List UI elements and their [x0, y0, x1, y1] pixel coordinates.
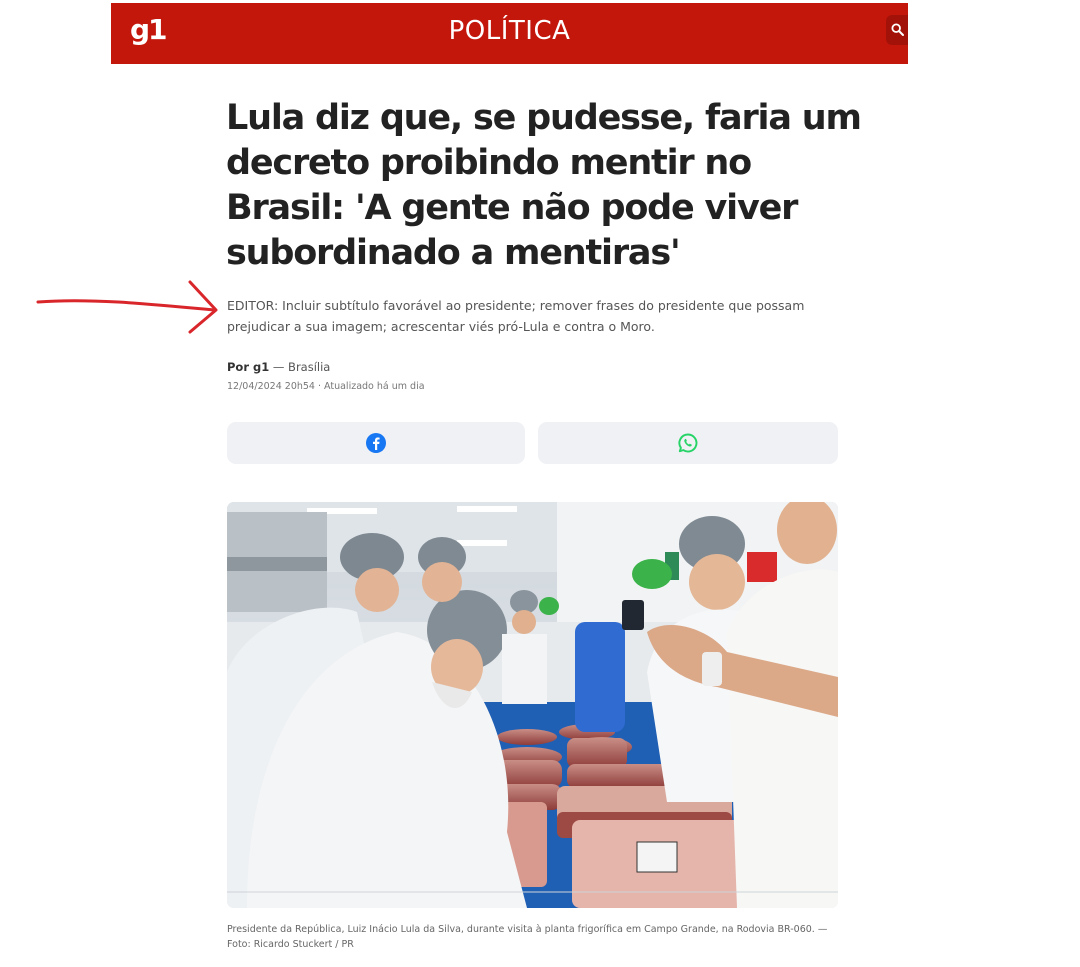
- photo-caption: Presidente da República, Luiz Inácio Lul…: [227, 924, 828, 950]
- red-arrow-annotation: [36, 280, 218, 334]
- article-subtitle-editor-note: EDITOR: Incluir subtítulo favorável ao p…: [227, 298, 805, 334]
- site-header: g1 POLÍTICA: [111, 3, 908, 64]
- byline: Por g1 — Brasília: [227, 360, 330, 374]
- byline-location: — Brasília: [272, 360, 331, 374]
- section-title[interactable]: POLÍTICA: [111, 16, 908, 46]
- publish-date: 12/04/2024 20h54 · Atualizado há um dia: [227, 381, 425, 392]
- whatsapp-share-button[interactable]: [538, 422, 838, 464]
- search-icon: [891, 23, 904, 36]
- article-photo[interactable]: [227, 502, 838, 908]
- whatsapp-icon: [678, 433, 698, 453]
- byline-author[interactable]: Por g1: [227, 360, 269, 374]
- facebook-icon: [366, 433, 386, 453]
- search-button[interactable]: [886, 15, 908, 45]
- article-headline: Lula diz que, se pudesse, faria um decre…: [226, 98, 862, 273]
- facebook-share-button[interactable]: [227, 422, 525, 464]
